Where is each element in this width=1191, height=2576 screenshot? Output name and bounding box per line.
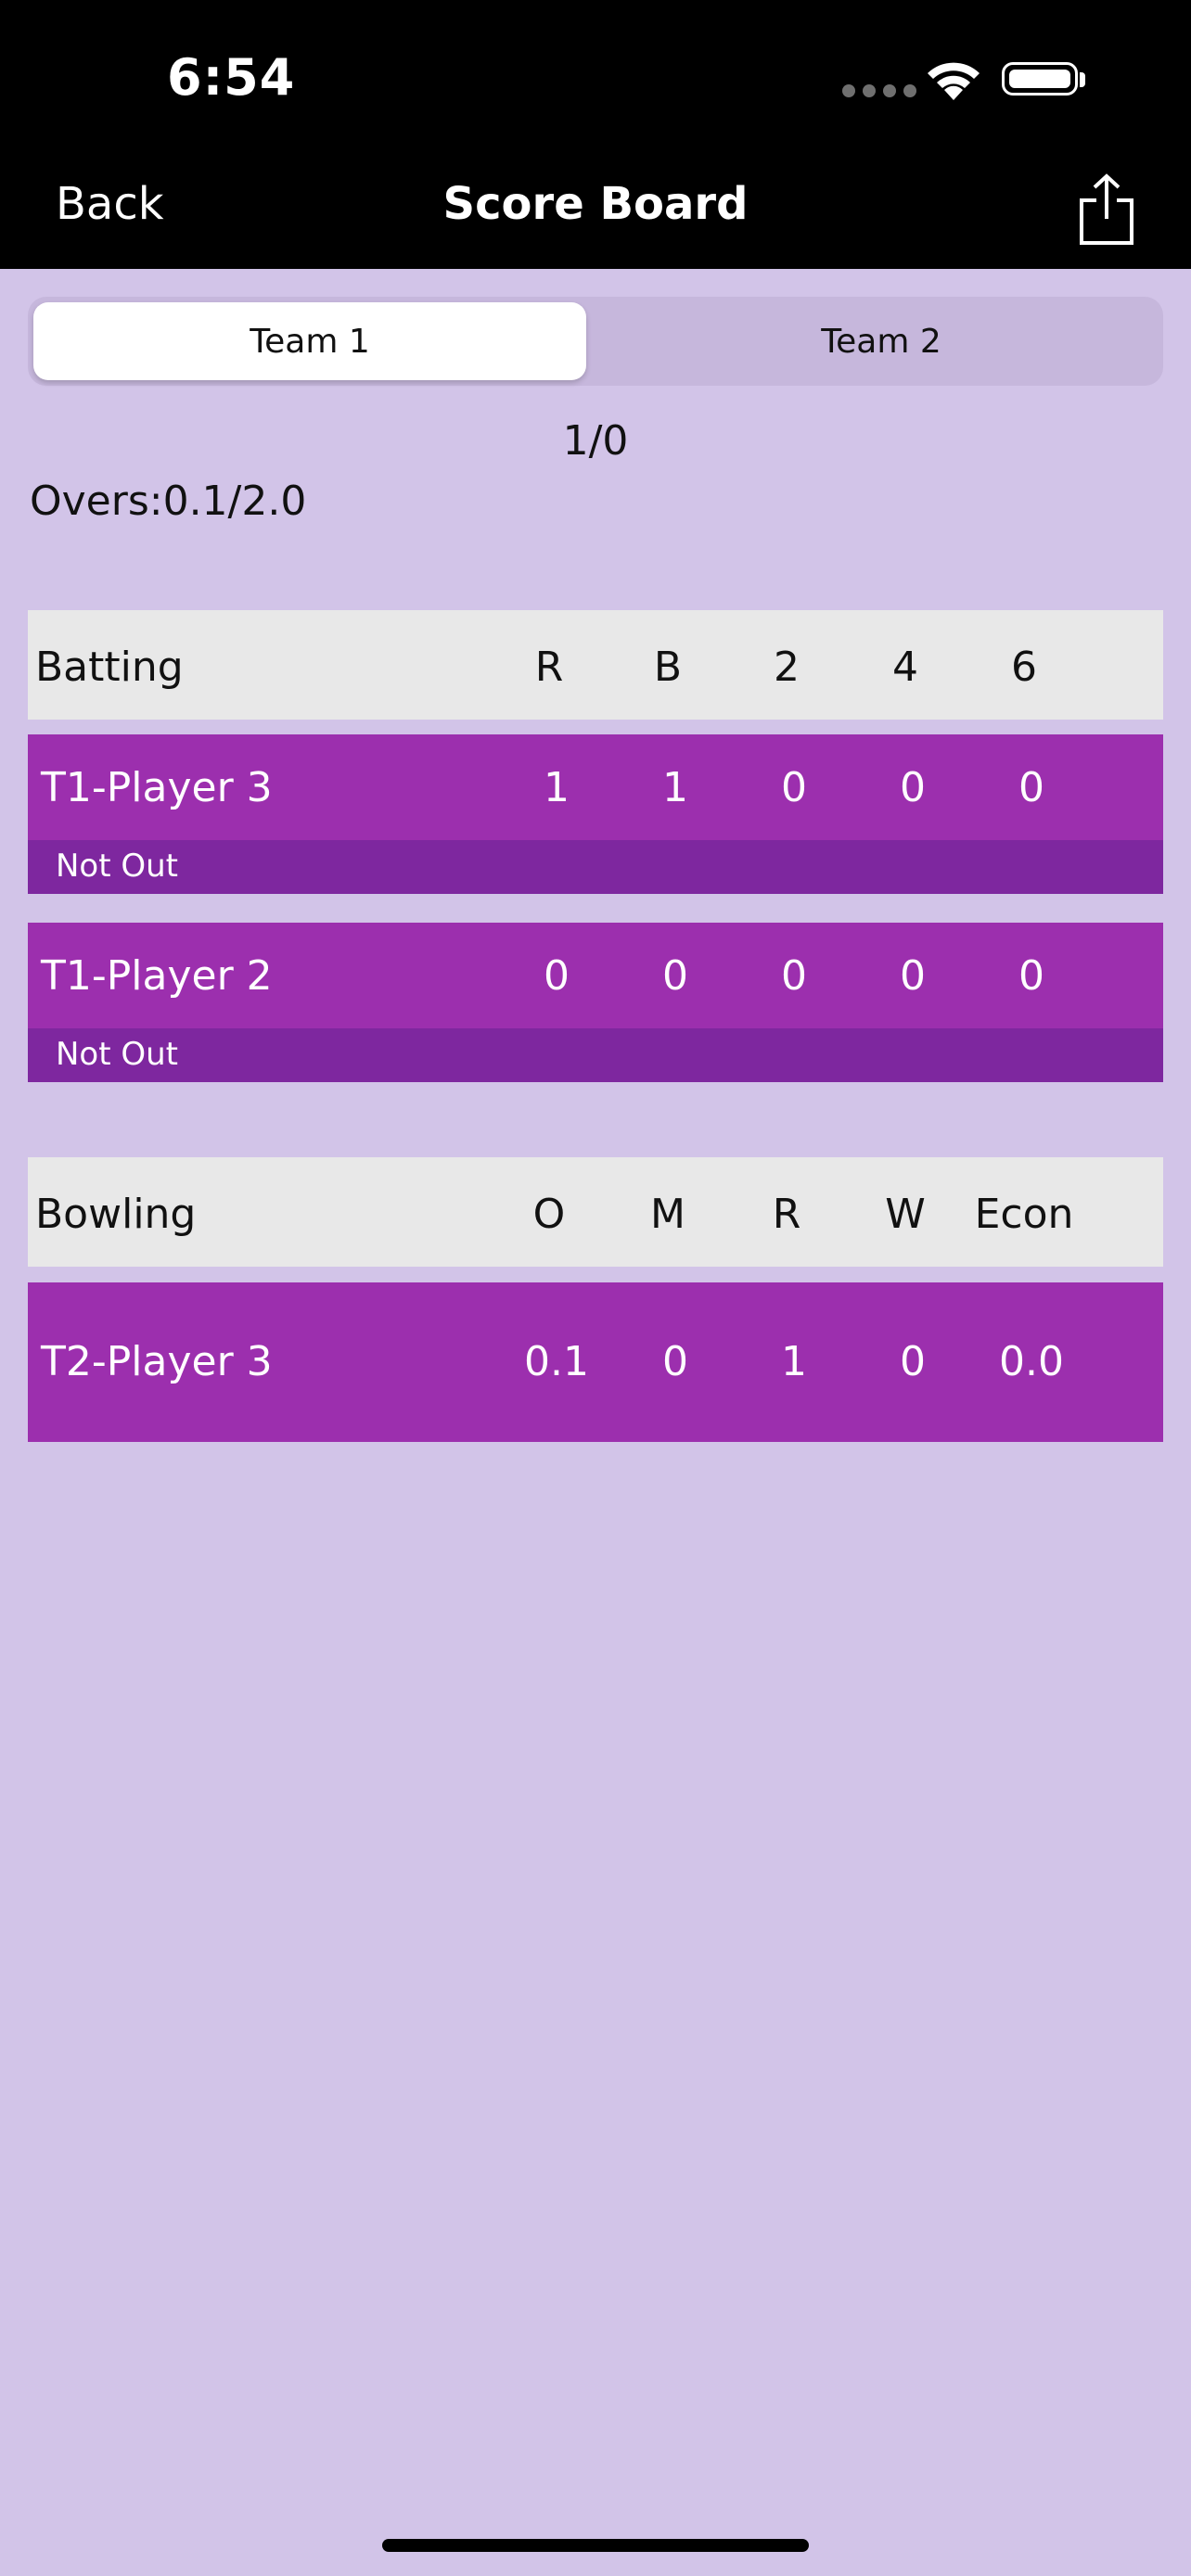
status-bar: 6:54 <box>0 0 1191 148</box>
batter-name: T1-Player 2 <box>41 952 273 1000</box>
page-title: Score Board <box>442 178 749 230</box>
batter-runs: 1 <box>544 764 570 811</box>
batter-twos: 0 <box>781 952 807 1000</box>
batter-row[interactable]: T1-Player 3 1 1 0 0 0 <box>28 734 1163 840</box>
overs-summary: Overs:0.1/2.0 <box>30 478 307 525</box>
battery-icon <box>1002 62 1078 96</box>
battery-cap <box>1080 72 1085 87</box>
status-time: 6:54 <box>167 48 296 107</box>
column-header-balls: B <box>653 644 683 691</box>
tab-team-2[interactable]: Team 2 <box>605 302 1158 380</box>
bowler-runs: 1 <box>781 1338 807 1385</box>
team-score: 1/0 <box>562 417 629 465</box>
column-header-runs-conceded: R <box>772 1191 801 1238</box>
bowling-label: Bowling <box>35 1191 197 1238</box>
tab-team-1[interactable]: Team 1 <box>33 302 586 380</box>
share-icon[interactable] <box>1076 172 1137 247</box>
batter-sixes: 0 <box>1018 764 1044 811</box>
bowling-header: Bowling O M R W Econ <box>28 1157 1163 1267</box>
bowler-maidens: 0 <box>662 1338 688 1385</box>
team-segmented-control: Team 1 Team 2 <box>28 297 1163 386</box>
batter-balls: 0 <box>662 952 688 1000</box>
bowler-overs: 0.1 <box>524 1338 589 1385</box>
batter-twos: 0 <box>781 764 807 811</box>
batting-label: Batting <box>35 644 184 691</box>
column-header-overs: O <box>532 1191 566 1238</box>
batter-status: Not Out <box>56 848 179 885</box>
column-header-runs: R <box>534 644 564 691</box>
batter-balls: 1 <box>662 764 688 811</box>
bowler-economy: 0.0 <box>999 1338 1064 1385</box>
batting-header: Batting R B 2 4 6 <box>28 610 1163 720</box>
column-header-economy: Econ <box>974 1191 1074 1238</box>
home-indicator[interactable] <box>382 2539 809 2552</box>
navigation-bar: Back Score Board <box>0 148 1191 269</box>
bowler-wickets: 0 <box>900 1338 926 1385</box>
batter-runs: 0 <box>544 952 570 1000</box>
batter-sixes: 0 <box>1018 952 1044 1000</box>
column-header-wickets: W <box>885 1191 926 1238</box>
batter-status-bar: Not Out <box>28 840 1163 894</box>
cellular-signal-icon <box>842 83 924 101</box>
column-header-maidens: M <box>650 1191 685 1238</box>
column-header-twos: 2 <box>774 644 800 691</box>
batter-fours: 0 <box>900 952 926 1000</box>
bowler-name: T2-Player 3 <box>41 1338 273 1385</box>
batter-name: T1-Player 3 <box>41 764 273 811</box>
column-header-fours: 4 <box>892 644 918 691</box>
batter-row[interactable]: T1-Player 2 0 0 0 0 0 <box>28 923 1163 1028</box>
wifi-icon <box>928 62 980 100</box>
bowler-row[interactable]: T2-Player 3 0.1 0 1 0 0.0 <box>28 1282 1163 1442</box>
column-header-sixes: 6 <box>1011 644 1037 691</box>
batter-status-bar: Not Out <box>28 1028 1163 1082</box>
batter-status: Not Out <box>56 1036 179 1073</box>
batter-fours: 0 <box>900 764 926 811</box>
